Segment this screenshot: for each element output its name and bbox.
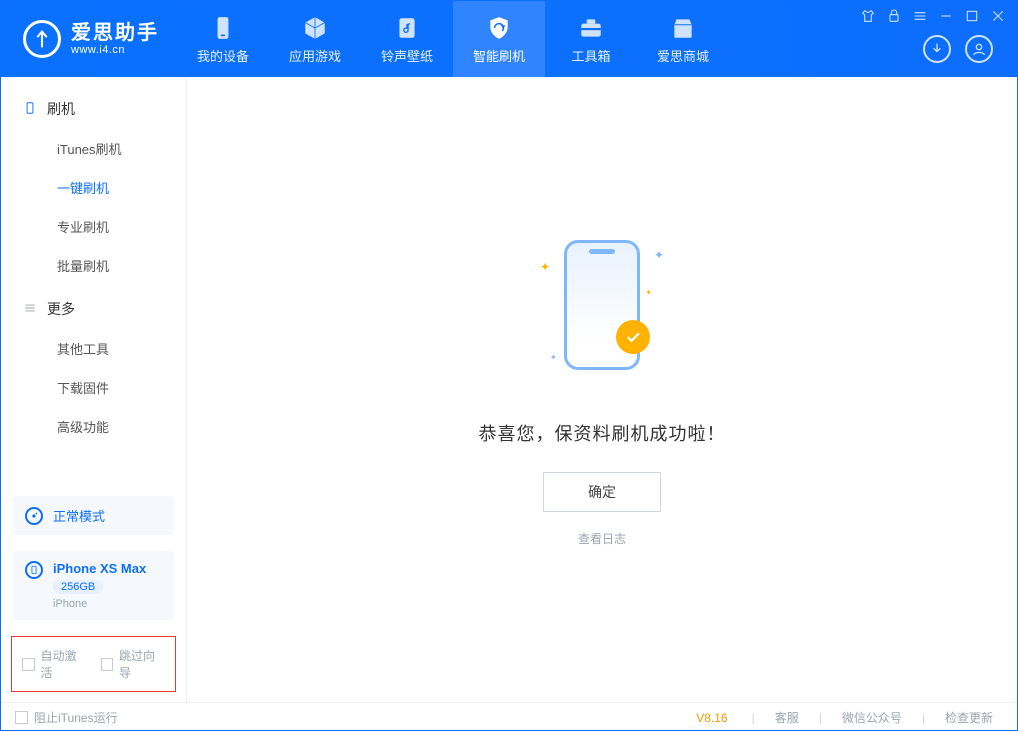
main-content: ✦ ✦ ✦ ✦ 恭喜您，保资料刷机成功啦！ 确定 查看日志 xyxy=(187,77,1017,702)
tab-ringtone-wallpaper[interactable]: 铃声壁纸 xyxy=(361,1,453,77)
mode-label: 正常模式 xyxy=(53,506,105,525)
checkbox-label: 跳过向导 xyxy=(119,647,165,681)
download-button[interactable] xyxy=(923,35,951,63)
minimize-button[interactable] xyxy=(937,7,955,25)
header-right-icons xyxy=(923,35,993,63)
device-card[interactable]: iPhone XS Max 256GB iPhone xyxy=(13,551,174,620)
tab-label: 智能刷机 xyxy=(473,46,525,65)
checkbox-box xyxy=(15,711,28,724)
view-log-link[interactable]: 查看日志 xyxy=(578,530,626,547)
nav-tabs: 我的设备 应用游戏 铃声壁纸 智能刷机 工具箱 xyxy=(177,1,729,77)
tab-my-device[interactable]: 我的设备 xyxy=(177,1,269,77)
tab-label: 我的设备 xyxy=(197,46,249,65)
status-bar: 阻止iTunes运行 V8.16 | 客服 | 微信公众号 | 检查更新 xyxy=(1,702,1017,732)
toolbox-icon xyxy=(578,14,604,42)
sidebar-group-flash[interactable]: 刷机 xyxy=(1,85,186,129)
sidebar-scroll: 刷机 iTunes刷机 一键刷机 专业刷机 批量刷机 更多 其他工具 下载固件 … xyxy=(1,77,186,488)
success-message: 恭喜您，保资料刷机成功啦！ xyxy=(479,420,726,446)
shirt-icon[interactable] xyxy=(859,7,877,25)
sidebar-item-pro-flash[interactable]: 专业刷机 xyxy=(1,207,186,246)
footer-link-wechat[interactable]: 微信公众号 xyxy=(832,709,912,726)
sparkle-icon: ✦ xyxy=(654,248,664,262)
sidebar: 刷机 iTunes刷机 一键刷机 专业刷机 批量刷机 更多 其他工具 下载固件 … xyxy=(1,77,187,702)
check-badge-icon xyxy=(616,320,650,354)
checkbox-auto-activate[interactable]: 自动激活 xyxy=(22,647,87,681)
logo-icon xyxy=(23,20,61,58)
user-button[interactable] xyxy=(965,35,993,63)
app-header: 爱思助手 www.i4.cn 我的设备 应用游戏 铃声壁纸 xyxy=(1,1,1017,77)
titlebar-controls xyxy=(859,7,1007,25)
brand-logo: 爱思助手 www.i4.cn xyxy=(1,1,177,77)
device-type: iPhone xyxy=(53,598,146,610)
tab-apps-games[interactable]: 应用游戏 xyxy=(269,1,361,77)
checkbox-box xyxy=(101,658,114,671)
footer-left: 阻止iTunes运行 xyxy=(15,709,118,726)
device-icon xyxy=(210,14,236,42)
divider: | xyxy=(819,711,822,725)
app-body: 刷机 iTunes刷机 一键刷机 专业刷机 批量刷机 更多 其他工具 下载固件 … xyxy=(1,77,1017,702)
brand-name: 爱思助手 xyxy=(71,22,159,44)
mode-icon xyxy=(25,507,43,525)
maximize-button[interactable] xyxy=(963,7,981,25)
device-storage: 256GB xyxy=(53,580,103,594)
checkbox-label: 阻止iTunes运行 xyxy=(34,709,118,726)
device-info: iPhone XS Max 256GB iPhone xyxy=(53,561,146,610)
success-illustration: ✦ ✦ ✦ ✦ xyxy=(522,232,682,392)
tab-smart-flash[interactable]: 智能刷机 xyxy=(453,1,545,77)
shop-icon xyxy=(670,14,696,42)
tab-label: 爱思商城 xyxy=(657,46,709,65)
divider: | xyxy=(752,711,755,725)
checkbox-box xyxy=(22,658,35,671)
tab-label: 铃声壁纸 xyxy=(381,46,433,65)
sparkle-icon: ✦ xyxy=(550,353,557,362)
refresh-shield-icon xyxy=(486,14,512,42)
version-label: V8.16 xyxy=(696,711,727,725)
tab-toolbox[interactable]: 工具箱 xyxy=(545,1,637,77)
sparkle-icon: ✦ xyxy=(540,260,550,274)
checkbox-label: 自动激活 xyxy=(41,647,87,681)
sidebar-group-title: 刷机 xyxy=(47,99,75,119)
tab-label: 工具箱 xyxy=(571,46,610,65)
sidebar-item-download-firmware[interactable]: 下载固件 xyxy=(1,368,186,407)
sparkle-icon: ✦ xyxy=(645,288,652,297)
sidebar-item-itunes-flash[interactable]: iTunes刷机 xyxy=(1,129,186,168)
sidebar-item-oneclick-flash[interactable]: 一键刷机 xyxy=(1,168,186,207)
menu-icon xyxy=(23,301,37,318)
music-file-icon xyxy=(394,14,420,42)
close-button[interactable] xyxy=(989,7,1007,25)
brand-url: www.i4.cn xyxy=(71,44,159,56)
sidebar-item-batch-flash[interactable]: 批量刷机 xyxy=(1,246,186,285)
footer-link-support[interactable]: 客服 xyxy=(765,709,809,726)
cube-icon xyxy=(302,14,328,42)
mode-card[interactable]: 正常模式 xyxy=(13,496,174,535)
ok-button[interactable]: 确定 xyxy=(543,472,661,512)
tab-label: 应用游戏 xyxy=(289,46,341,65)
checkbox-skip-guide[interactable]: 跳过向导 xyxy=(101,647,166,681)
divider: | xyxy=(922,711,925,725)
sidebar-group-title: 更多 xyxy=(47,299,75,319)
sidebar-item-other-tools[interactable]: 其他工具 xyxy=(1,329,186,368)
lock-icon[interactable] xyxy=(885,7,903,25)
brand-text: 爱思助手 www.i4.cn xyxy=(71,22,159,56)
footer-link-update[interactable]: 检查更新 xyxy=(935,709,1003,726)
bottom-options-highlight: 自动激活 跳过向导 xyxy=(11,636,176,692)
phone-outline-icon xyxy=(23,101,37,118)
checkbox-block-itunes[interactable]: 阻止iTunes运行 xyxy=(15,709,118,726)
tab-shop[interactable]: 爱思商城 xyxy=(637,1,729,77)
sidebar-item-advanced[interactable]: 高级功能 xyxy=(1,407,186,446)
menu-icon[interactable] xyxy=(911,7,929,25)
device-icon xyxy=(25,561,43,579)
device-name: iPhone XS Max xyxy=(53,561,146,576)
sidebar-group-more[interactable]: 更多 xyxy=(1,285,186,329)
